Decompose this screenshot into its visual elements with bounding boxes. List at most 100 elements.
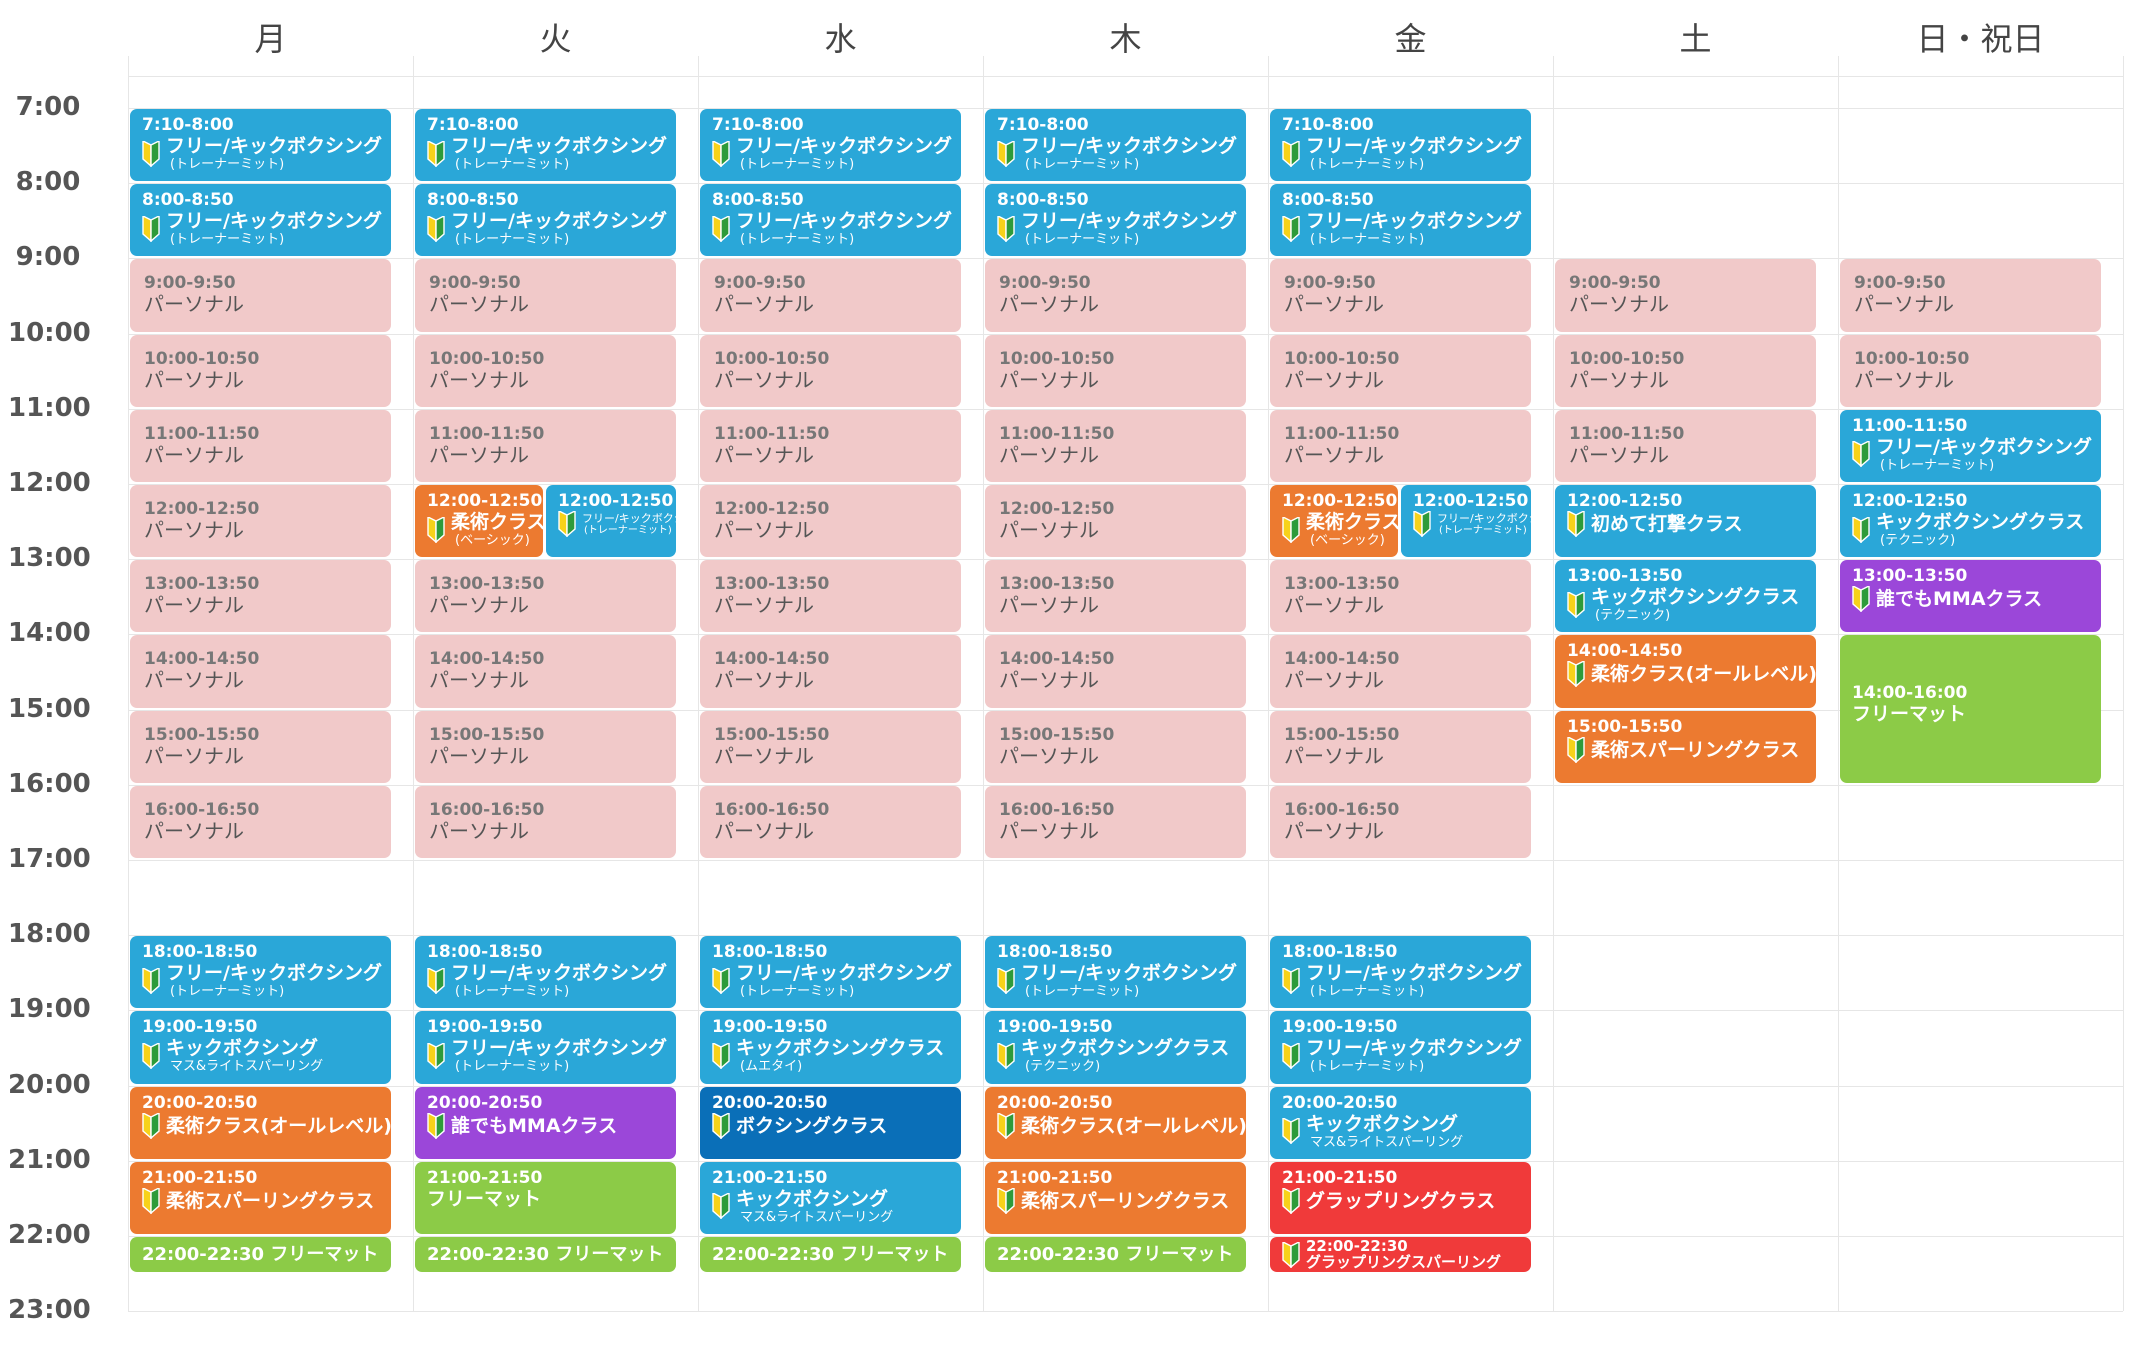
class-slot[interactable]: 16:00-16:50 パーソナル (130, 785, 391, 858)
class-slot[interactable]: 20:00-20:50 キックボクシング マス&ライトスパーリング (1270, 1086, 1531, 1159)
class-slot[interactable]: 16:00-16:50 パーソナル (1270, 785, 1531, 858)
class-slot[interactable]: 19:00-19:50 キックボクシングクラス (ムエタイ) (700, 1011, 961, 1084)
class-slot[interactable]: 18:00-18:50 フリー/キックボクシング (トレーナーミット) (415, 936, 676, 1009)
class-slot[interactable]: 22:00-22:30 フリーマット (415, 1237, 676, 1272)
class-slot[interactable]: 16:00-16:50 パーソナル (415, 785, 676, 858)
class-slot[interactable]: 9:00-9:50 パーソナル (130, 259, 391, 332)
class-slot[interactable]: 14:00-14:50 パーソナル (130, 635, 391, 708)
class-slot[interactable]: 22:00-22:30 フリーマット (985, 1237, 1246, 1272)
class-slot[interactable]: 19:00-19:50 フリー/キックボクシング (トレーナーミット) (1270, 1011, 1531, 1084)
class-slot[interactable]: 13:00-13:50 誰でもMMAクラス (1840, 560, 2101, 633)
class-slot[interactable]: 20:00-20:50 ボクシングクラス (700, 1086, 961, 1159)
class-slot[interactable]: 10:00-10:50 パーソナル (1270, 334, 1531, 407)
class-slot[interactable]: 19:00-19:50 キックボクシングクラス (テクニック) (985, 1011, 1246, 1084)
class-slot[interactable]: 12:00-12:50 初めて打撃クラス (1555, 485, 1816, 558)
class-slot[interactable]: 13:00-13:50 キックボクシングクラス (テクニック) (1555, 560, 1816, 633)
class-slot[interactable]: 15:00-15:50 パーソナル (415, 710, 676, 783)
class-slot[interactable]: 12:00-12:50フリー/キックボクシング(トレーナーミット) (546, 485, 676, 558)
class-slot[interactable]: 7:10-8:00 フリー/キックボクシング (トレーナーミット) (700, 109, 961, 182)
class-slot[interactable]: 12:00-12:50 パーソナル (700, 485, 961, 558)
class-slot[interactable]: 21:00-21:50 キックボクシング マス&ライトスパーリング (700, 1161, 961, 1234)
class-slot[interactable]: 20:00-20:50 柔術クラス(オールレベル) (130, 1086, 391, 1159)
class-slot[interactable]: 9:00-9:50 パーソナル (415, 259, 676, 332)
class-slot[interactable]: 7:10-8:00 フリー/キックボクシング (トレーナーミット) (1270, 109, 1531, 182)
class-title-row: 柔術クラス (ベーシック) (1282, 511, 1398, 548)
class-slot[interactable]: 14:00-14:50 柔術クラス(オールレベル) (1555, 635, 1816, 708)
class-slot[interactable]: 11:00-11:50 パーソナル (700, 409, 961, 482)
class-slot[interactable]: 11:00-11:50 パーソナル (985, 409, 1246, 482)
class-slot[interactable]: 18:00-18:50 フリー/キックボクシング (トレーナーミット) (130, 936, 391, 1009)
beginner-icon (427, 516, 445, 543)
class-slot[interactable]: 10:00-10:50 パーソナル (415, 334, 676, 407)
class-slot[interactable]: 11:00-11:50 パーソナル (130, 409, 391, 482)
class-slot[interactable]: 13:00-13:50 パーソナル (700, 560, 961, 633)
class-slot[interactable]: 8:00-8:50 フリー/キックボクシング (トレーナーミット) (1270, 184, 1531, 257)
class-slot[interactable]: 14:00-14:50 パーソナル (1270, 635, 1531, 708)
class-slot[interactable]: 10:00-10:50 パーソナル (1555, 334, 1816, 407)
class-slot[interactable]: 18:00-18:50 フリー/キックボクシング (トレーナーミット) (1270, 936, 1531, 1009)
class-slot[interactable]: 11:00-11:50 パーソナル (1555, 409, 1816, 482)
class-slot[interactable]: 21:00-21:50 柔術スパーリングクラス (130, 1161, 391, 1234)
class-time: 9:00-9:50 (714, 273, 806, 294)
class-slot[interactable]: 8:00-8:50 フリー/キックボクシング (トレーナーミット) (700, 184, 961, 257)
class-slot[interactable]: 13:00-13:50 パーソナル (985, 560, 1246, 633)
class-slot[interactable]: 12:00-12:50 パーソナル (985, 485, 1246, 558)
class-slot[interactable]: 9:00-9:50 パーソナル (700, 259, 961, 332)
class-slot[interactable]: 7:10-8:00 フリー/キックボクシング (トレーナーミット) (985, 109, 1246, 182)
class-slot[interactable]: 14:00-14:50 パーソナル (415, 635, 676, 708)
class-time: 12:00-12:50 (1413, 491, 1529, 511)
class-slot[interactable]: 9:00-9:50 パーソナル (1555, 259, 1816, 332)
class-slot[interactable]: 7:10-8:00 フリー/キックボクシング (トレーナーミット) (415, 109, 676, 182)
class-slot[interactable]: 21:00-21:50 柔術スパーリングクラス (985, 1161, 1246, 1234)
class-slot[interactable]: 9:00-9:50 パーソナル (985, 259, 1246, 332)
class-slot[interactable]: 13:00-13:50 パーソナル (130, 560, 391, 633)
class-slot[interactable]: 10:00-10:50 パーソナル (130, 334, 391, 407)
class-slot[interactable]: 21:00-21:50 グラップリングクラス (1270, 1161, 1531, 1234)
class-slot[interactable]: 15:00-15:50 パーソナル (130, 710, 391, 783)
class-slot[interactable]: 15:00-15:50 柔術スパーリングクラス (1555, 710, 1816, 783)
class-slot[interactable]: 19:00-19:50 キックボクシング マス&ライトスパーリング (130, 1011, 391, 1084)
class-slot[interactable]: 12:00-12:50 キックボクシングクラス (テクニック) (1840, 485, 2101, 558)
time-label: 14:00 (8, 618, 91, 648)
class-slot[interactable]: 13:00-13:50 パーソナル (415, 560, 676, 633)
class-slot[interactable]: 10:00-10:50 パーソナル (700, 334, 961, 407)
class-slot[interactable]: 15:00-15:50 パーソナル (1270, 710, 1531, 783)
class-slot[interactable]: 8:00-8:50 フリー/キックボクシング (トレーナーミット) (130, 184, 391, 257)
class-slot[interactable]: 12:00-12:50 柔術クラス (ベーシック) (415, 485, 543, 558)
class-slot[interactable]: 10:00-10:50 パーソナル (985, 334, 1246, 407)
class-slot[interactable]: 16:00-16:50 パーソナル (985, 785, 1246, 858)
class-slot[interactable]: 21:00-21:50 フリーマット (415, 1161, 676, 1234)
class-title-row: 柔術クラス(オールレベル) (142, 1112, 391, 1139)
class-slot[interactable]: 11:00-11:50 パーソナル (1270, 409, 1531, 482)
class-slot[interactable]: 18:00-18:50 フリー/キックボクシング (トレーナーミット) (985, 936, 1246, 1009)
class-slot[interactable]: 12:00-12:50フリー/キックボクシング(トレーナーミット) (1401, 485, 1531, 558)
class-time: 11:00-11:50 (714, 423, 830, 444)
class-slot[interactable]: 13:00-13:50 パーソナル (1270, 560, 1531, 633)
class-slot[interactable]: 18:00-18:50 フリー/キックボクシング (トレーナーミット) (700, 936, 961, 1009)
class-slot[interactable]: 7:10-8:00 フリー/キックボクシング (トレーナーミット) (130, 109, 391, 182)
class-slot[interactable]: 20:00-20:50 柔術クラス(オールレベル) (985, 1086, 1246, 1159)
class-slot[interactable]: 11:00-11:50 フリー/キックボクシング (トレーナーミット) (1840, 409, 2101, 482)
class-slot[interactable]: 16:00-16:50 パーソナル (700, 785, 961, 858)
class-slot[interactable]: 10:00-10:50 パーソナル (1840, 334, 2101, 407)
class-slot[interactable]: 15:00-15:50 パーソナル (985, 710, 1246, 783)
class-slot[interactable]: 9:00-9:50 パーソナル (1840, 259, 2101, 332)
class-title: パーソナル (714, 668, 814, 693)
class-slot[interactable]: 19:00-19:50 フリー/キックボクシング (トレーナーミット) (415, 1011, 676, 1084)
class-slot[interactable]: 11:00-11:50 パーソナル (415, 409, 676, 482)
class-slot[interactable]: 14:00-14:50 パーソナル (700, 635, 961, 708)
class-slot[interactable]: 22:00-22:30 フリーマット (700, 1237, 961, 1272)
class-slot[interactable]: 22:00-22:3022:00-22:30グラップリングスパーリング (1270, 1237, 1531, 1272)
class-slot[interactable]: 8:00-8:50 フリー/キックボクシング (トレーナーミット) (985, 184, 1246, 257)
class-slot[interactable]: 8:00-8:50 フリー/キックボクシング (トレーナーミット) (415, 184, 676, 257)
class-slot[interactable]: 20:00-20:50 誰でもMMAクラス (415, 1086, 676, 1159)
class-slot[interactable]: 12:00-12:50 パーソナル (130, 485, 391, 558)
class-slot[interactable]: 15:00-15:50 パーソナル (700, 710, 961, 783)
class-title-row: フリー/キックボクシング(トレーナーミット) (558, 511, 676, 537)
class-slot[interactable]: 14:00-14:50 パーソナル (985, 635, 1246, 708)
class-slot[interactable]: 22:00-22:30 フリーマット (130, 1237, 391, 1272)
class-slot[interactable]: 12:00-12:50 柔術クラス (ベーシック) (1270, 485, 1398, 558)
class-slot[interactable]: 9:00-9:50 パーソナル (1270, 259, 1531, 332)
class-title-block: フリー/キックボクシング(トレーナーミット) (166, 135, 382, 172)
class-slot[interactable]: 14:00-16:00 フリーマット (1840, 635, 2101, 783)
